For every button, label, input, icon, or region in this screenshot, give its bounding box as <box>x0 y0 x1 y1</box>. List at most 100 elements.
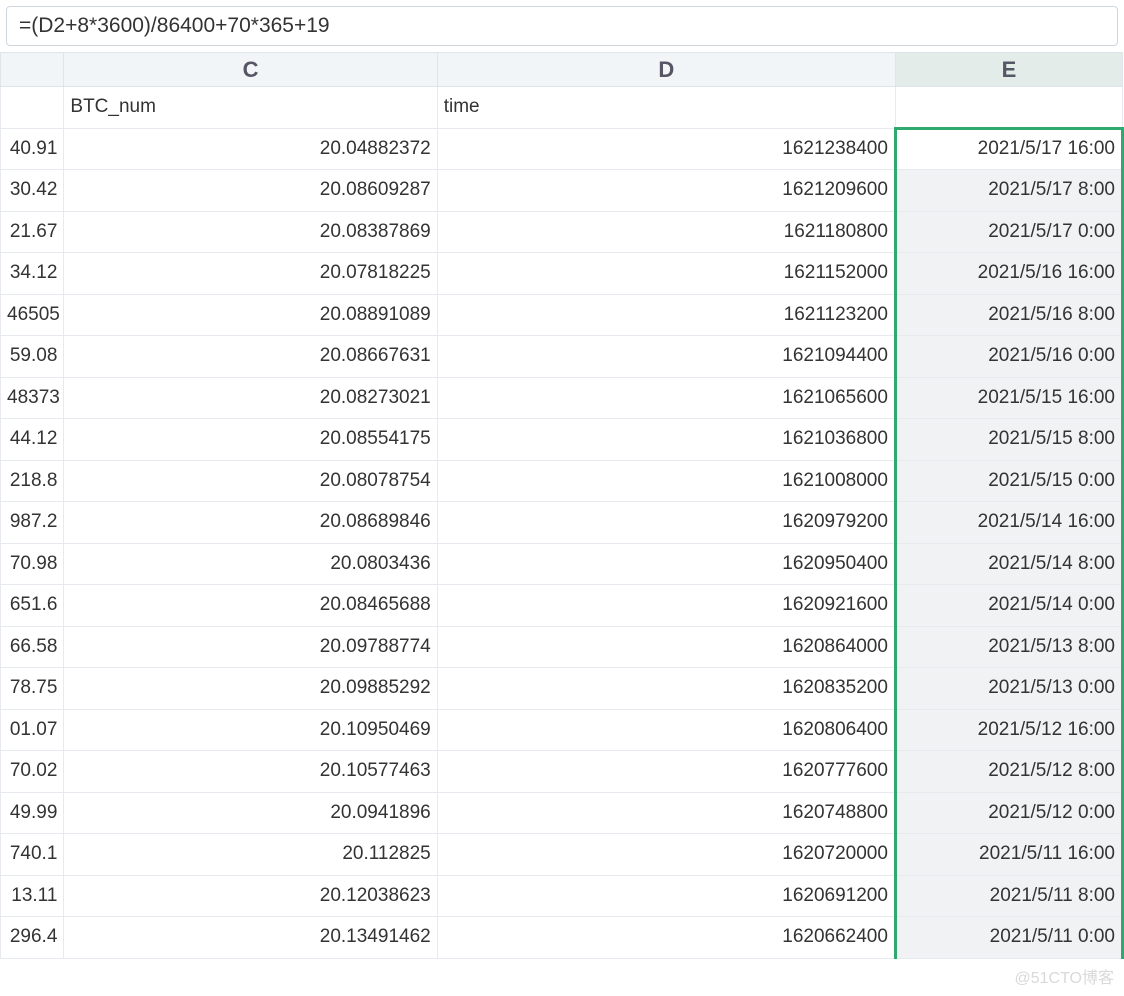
table-row: 01.0720.1095046916208064002021/5/12 16:0… <box>1 709 1123 751</box>
cell[interactable]: 1621180800 <box>437 211 895 253</box>
cell-header-d[interactable]: time <box>437 87 895 129</box>
cell[interactable]: 2021/5/17 8:00 <box>895 170 1122 212</box>
cell[interactable]: 1620662400 <box>437 917 895 959</box>
table-row: 70.9820.080343616209504002021/5/14 8:00 <box>1 543 1123 585</box>
cell[interactable]: 296.4 <box>1 917 64 959</box>
formula-bar[interactable]: =(D2+8*3600)/86400+70*365+19 <box>6 6 1118 46</box>
cell[interactable]: 2021/5/11 8:00 <box>895 875 1122 917</box>
cell[interactable]: 1621065600 <box>437 377 895 419</box>
cell[interactable]: 1621008000 <box>437 460 895 502</box>
cell[interactable]: 20.09788774 <box>64 626 437 668</box>
cell[interactable]: 20.13491462 <box>64 917 437 959</box>
cell[interactable]: 2021/5/12 8:00 <box>895 751 1122 793</box>
cell[interactable]: 2021/5/14 16:00 <box>895 502 1122 544</box>
cell[interactable]: 20.08387869 <box>64 211 437 253</box>
cell[interactable]: 70.98 <box>1 543 64 585</box>
cell[interactable]: 1621123200 <box>437 294 895 336</box>
cell[interactable]: 1620720000 <box>437 834 895 876</box>
cell[interactable]: 1621094400 <box>437 336 895 378</box>
cell[interactable]: 20.0941896 <box>64 792 437 834</box>
cell[interactable]: 20.08554175 <box>64 419 437 461</box>
cell[interactable] <box>1 87 64 129</box>
cell[interactable]: 2021/5/12 16:00 <box>895 709 1122 751</box>
cell[interactable]: 21.67 <box>1 211 64 253</box>
cell[interactable]: 20.09885292 <box>64 668 437 710</box>
cell[interactable]: 59.08 <box>1 336 64 378</box>
cell[interactable]: 20.08273021 <box>64 377 437 419</box>
cell[interactable]: 49.99 <box>1 792 64 834</box>
cell[interactable]: 1620921600 <box>437 585 895 627</box>
cell[interactable]: 1620806400 <box>437 709 895 751</box>
cell[interactable]: 1620691200 <box>437 875 895 917</box>
cell[interactable]: 40.91 <box>1 128 64 170</box>
cell[interactable]: 48373 <box>1 377 64 419</box>
cell[interactable]: 20.08689846 <box>64 502 437 544</box>
cell[interactable]: 20.07818225 <box>64 253 437 295</box>
cell[interactable]: 78.75 <box>1 668 64 710</box>
cell[interactable]: 2021/5/16 16:00 <box>895 253 1122 295</box>
cell[interactable]: 44.12 <box>1 419 64 461</box>
column-header-c[interactable]: C <box>64 53 437 87</box>
cell[interactable]: 2021/5/17 16:00 <box>895 128 1122 170</box>
column-header-d[interactable]: D <box>437 53 895 87</box>
cell[interactable]: 20.08609287 <box>64 170 437 212</box>
cell[interactable]: 2021/5/16 0:00 <box>895 336 1122 378</box>
cell[interactable]: 2021/5/13 8:00 <box>895 626 1122 668</box>
cell[interactable]: 1621036800 <box>437 419 895 461</box>
cell[interactable]: 2021/5/15 8:00 <box>895 419 1122 461</box>
cell[interactable]: 20.0803436 <box>64 543 437 585</box>
cell[interactable]: 30.42 <box>1 170 64 212</box>
column-header-blank[interactable] <box>1 53 64 87</box>
cell[interactable]: 1621209600 <box>437 170 895 212</box>
table-row: 21.6720.0838786916211808002021/5/17 0:00 <box>1 211 1123 253</box>
cell[interactable]: 20.12038623 <box>64 875 437 917</box>
cell[interactable]: 66.58 <box>1 626 64 668</box>
cell[interactable]: 2021/5/16 8:00 <box>895 294 1122 336</box>
cell[interactable]: 2021/5/13 0:00 <box>895 668 1122 710</box>
table-row: 44.1220.0855417516210368002021/5/15 8:00 <box>1 419 1123 461</box>
table-row: 70.0220.1057746316207776002021/5/12 8:00 <box>1 751 1123 793</box>
cell-header-c[interactable]: BTC_num <box>64 87 437 129</box>
cell[interactable]: 740.1 <box>1 834 64 876</box>
cell[interactable]: 13.11 <box>1 875 64 917</box>
cell[interactable]: 1620950400 <box>437 543 895 585</box>
cell[interactable]: 20.10950469 <box>64 709 437 751</box>
cell[interactable]: 20.08465688 <box>64 585 437 627</box>
cell[interactable]: 218.8 <box>1 460 64 502</box>
cell[interactable]: 2021/5/15 16:00 <box>895 377 1122 419</box>
cell[interactable]: 1621238400 <box>437 128 895 170</box>
cell[interactable]: 1620748800 <box>437 792 895 834</box>
cell[interactable]: 20.10577463 <box>64 751 437 793</box>
table-row: 218.820.0807875416210080002021/5/15 0:00 <box>1 460 1123 502</box>
table-row: 66.5820.0978877416208640002021/5/13 8:00 <box>1 626 1123 668</box>
cell[interactable]: 2021/5/14 0:00 <box>895 585 1122 627</box>
cell[interactable]: 1620835200 <box>437 668 895 710</box>
spreadsheet-grid[interactable]: C D E BTC_num time 40.9120.0488237216212… <box>0 52 1124 959</box>
cell[interactable]: 20.08891089 <box>64 294 437 336</box>
cell[interactable]: 1620979200 <box>437 502 895 544</box>
column-header-e[interactable]: E <box>895 53 1122 87</box>
cell[interactable]: 2021/5/12 0:00 <box>895 792 1122 834</box>
cell[interactable]: 2021/5/14 8:00 <box>895 543 1122 585</box>
cell[interactable]: 1621152000 <box>437 253 895 295</box>
cell[interactable]: 20.08078754 <box>64 460 437 502</box>
cell[interactable]: 01.07 <box>1 709 64 751</box>
table-row: 59.0820.0866763116210944002021/5/16 0:00 <box>1 336 1123 378</box>
cell[interactable]: 651.6 <box>1 585 64 627</box>
cell[interactable]: 20.08667631 <box>64 336 437 378</box>
cell[interactable]: 34.12 <box>1 253 64 295</box>
cell[interactable]: 20.04882372 <box>64 128 437 170</box>
cell[interactable]: 1620777600 <box>437 751 895 793</box>
cell[interactable]: 20.112825 <box>64 834 437 876</box>
cell[interactable]: 2021/5/17 0:00 <box>895 211 1122 253</box>
table-row: 78.7520.0988529216208352002021/5/13 0:00 <box>1 668 1123 710</box>
cell[interactable]: 2021/5/15 0:00 <box>895 460 1122 502</box>
cell-header-e[interactable] <box>895 87 1122 129</box>
cell[interactable]: 1620864000 <box>437 626 895 668</box>
table-row: 30.4220.0860928716212096002021/5/17 8:00 <box>1 170 1123 212</box>
cell[interactable]: 70.02 <box>1 751 64 793</box>
cell[interactable]: 2021/5/11 0:00 <box>895 917 1122 959</box>
cell[interactable]: 2021/5/11 16:00 <box>895 834 1122 876</box>
cell[interactable]: 987.2 <box>1 502 64 544</box>
cell[interactable]: 46505 <box>1 294 64 336</box>
